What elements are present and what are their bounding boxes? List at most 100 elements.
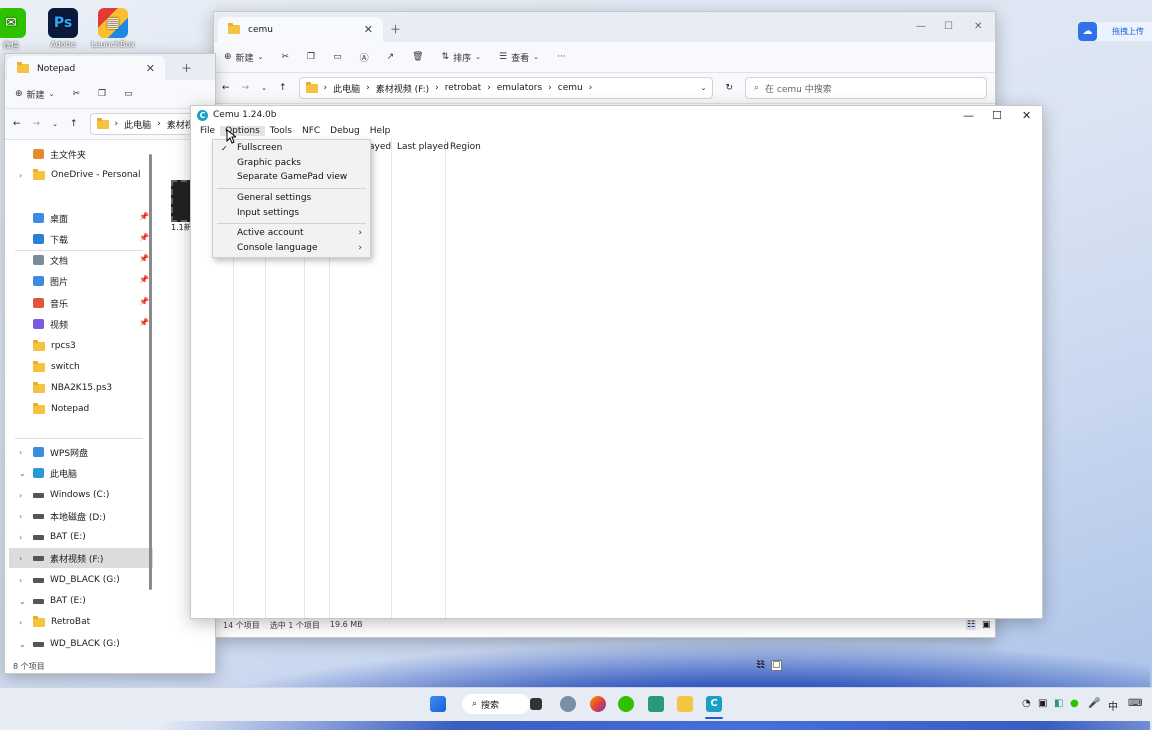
close-tab-icon[interactable]: ✕ xyxy=(364,23,373,36)
recent-icon[interactable]: ⌄ xyxy=(52,120,58,128)
tray-app-icon[interactable]: ◧ xyxy=(1054,698,1063,709)
start-icon[interactable] xyxy=(430,696,446,712)
forward-icon[interactable]: → xyxy=(33,119,41,129)
new-tab-icon[interactable]: ＋ xyxy=(390,21,401,37)
keyboard-icon[interactable]: ⌨ xyxy=(1128,698,1142,709)
tiles-view-icon[interactable]: ▢ xyxy=(771,660,782,671)
sidebar-item[interactable]: 桌面 xyxy=(19,208,68,228)
desktop-icon-launchbox[interactable]: ▦ LaunchBox xyxy=(90,8,136,49)
new-tab-icon[interactable]: ＋ xyxy=(181,60,192,76)
sidebar-item[interactable]: Notepad xyxy=(19,399,89,419)
wifi-tray-icon[interactable]: ◔ xyxy=(1022,698,1031,709)
new-button[interactable]: ⊕ 新建 ⌄ xyxy=(15,88,54,101)
recent-icon[interactable]: ⌄ xyxy=(261,84,267,92)
desktop-icon-adobe[interactable]: Ps Adobe xyxy=(40,8,86,49)
chevron-icon[interactable]: › xyxy=(19,171,27,180)
sidebar-item[interactable]: ⌄ 此电脑 xyxy=(19,463,77,483)
chevron-icon[interactable]: ⌄ xyxy=(19,597,27,606)
pin-icon[interactable]: 📌 xyxy=(139,297,149,306)
pin-icon[interactable]: 📌 xyxy=(139,275,149,284)
tiles-view-icon[interactable]: ▣ xyxy=(982,620,991,630)
pin-icon[interactable]: 📌 xyxy=(139,212,149,221)
menu-tools[interactable]: Tools xyxy=(265,126,297,136)
menu-item-separate-gamepad-view[interactable]: Separate GamePad view xyxy=(237,172,347,182)
sidebar-item[interactable]: 文档 xyxy=(19,250,68,270)
address-bar[interactable]: › 此电脑 › 素材视频 (F:) › retrobat › emulators › c… xyxy=(298,77,714,99)
maximize-icon[interactable]: ☐ xyxy=(992,109,1002,122)
new-button[interactable]: ⊕ 新建 ⌄ xyxy=(224,51,263,64)
settings-icon[interactable] xyxy=(560,696,576,712)
breadcrumb-item[interactable]: retrobat xyxy=(445,83,481,93)
tab-cemu[interactable]: cemu ✕ xyxy=(218,17,383,42)
paste-icon[interactable]: ▭ xyxy=(124,89,133,99)
sidebar-item[interactable]: › 本地磁盘 (D:) xyxy=(19,506,106,526)
file-label[interactable]: 1.1新 xyxy=(171,222,192,233)
sidebar-item[interactable]: 下载 xyxy=(19,229,68,249)
sidebar-item[interactable]: 音乐 xyxy=(19,293,68,313)
chevron-icon[interactable]: › xyxy=(19,618,27,627)
sidebar-item[interactable]: › BAT (E:) xyxy=(19,527,86,547)
sidebar-item[interactable]: rpcs3 xyxy=(19,336,76,356)
sidebar-item[interactable]: 主文件夹 xyxy=(19,144,86,164)
refresh-icon[interactable]: ↻ xyxy=(725,83,733,93)
chevron-icon[interactable]: ⌄ xyxy=(19,469,27,478)
sidebar-item[interactable]: › WD_BLACK (G:) xyxy=(19,570,120,590)
firefox-icon[interactable] xyxy=(590,696,606,712)
forward-icon[interactable]: → xyxy=(242,83,250,93)
chevron-icon[interactable]: › xyxy=(19,512,27,521)
cemu-taskbar-icon[interactable]: C xyxy=(706,696,722,712)
search-input[interactable]: ⌕ 在 cemu 中搜索 xyxy=(745,77,987,99)
menu-nfc[interactable]: NFC xyxy=(297,126,325,136)
pin-icon[interactable]: 📌 xyxy=(139,254,149,263)
chevron-icon[interactable]: › xyxy=(19,491,27,500)
tray-app-icon[interactable]: ▣ xyxy=(1038,698,1047,709)
chevron-icon[interactable]: › xyxy=(19,533,27,542)
minimize-icon[interactable]: — xyxy=(916,21,926,32)
sidebar-item[interactable]: ⌄ BAT (E:) xyxy=(19,591,86,611)
sidebar-item[interactable]: › WPS网盘 xyxy=(19,442,88,462)
ime-indicator[interactable]: 中 xyxy=(1108,698,1118,713)
minimize-icon[interactable]: — xyxy=(963,109,974,122)
notepad-app-icon[interactable] xyxy=(648,696,664,712)
column-header-time-played[interactable]: ayed xyxy=(369,142,391,152)
microphone-icon[interactable]: 🎤 xyxy=(1088,698,1100,709)
chevron-icon[interactable]: › xyxy=(19,554,27,563)
sidebar-item[interactable]: › 素材视频 (F:) xyxy=(9,548,153,568)
copy-icon[interactable]: ❐ xyxy=(98,89,106,99)
cut-icon[interactable]: ✂ xyxy=(281,52,289,62)
close-icon[interactable]: ✕ xyxy=(974,21,982,32)
sort-button[interactable]: ⇅ 排序 ⌄ xyxy=(442,51,481,64)
back-icon[interactable]: ← xyxy=(13,119,21,129)
cut-icon[interactable]: ✂ xyxy=(72,89,80,99)
taskbar-search-button[interactable]: ⌕ 搜索 xyxy=(462,694,530,714)
copy-icon[interactable]: ❐ xyxy=(307,52,315,62)
sidebar-item[interactable]: 图片 xyxy=(19,271,68,291)
rename-icon[interactable]: Ⓐ xyxy=(360,51,369,64)
breadcrumb-item[interactable]: cemu xyxy=(558,83,583,93)
file-explorer-icon[interactable] xyxy=(677,696,693,712)
paste-icon[interactable]: ▭ xyxy=(333,52,342,62)
pin-icon[interactable]: 📌 xyxy=(139,233,149,242)
menu-help[interactable]: Help xyxy=(365,126,396,136)
sidebar-item[interactable]: switch xyxy=(19,357,80,377)
pin-icon[interactable]: 📌 xyxy=(139,318,149,327)
sidebar-item[interactable]: ⌄ WD_BLACK (G:) xyxy=(19,634,120,654)
view-button[interactable]: ☰ 查看 ⌄ xyxy=(499,51,539,64)
close-icon[interactable]: ✕ xyxy=(1022,109,1031,122)
menu-item-graphic-packs[interactable]: Graphic packs xyxy=(237,158,301,168)
up-icon[interactable]: ↑ xyxy=(70,119,78,129)
share-icon[interactable]: ↗ xyxy=(387,52,395,62)
sidebar-item[interactable]: › Windows (C:) xyxy=(19,485,109,505)
more-options-button[interactable]: ··· xyxy=(557,52,566,62)
details-view-icon[interactable]: ☷ xyxy=(966,620,977,630)
sidebar-item[interactable]: 视频 xyxy=(19,314,68,334)
delete-icon[interactable]: 🗑 xyxy=(412,52,423,62)
menu-file[interactable]: File xyxy=(195,126,220,136)
sidebar-item[interactable]: › RetroBat xyxy=(19,612,90,632)
maximize-icon[interactable]: ☐ xyxy=(944,21,953,32)
breadcrumb-item[interactable]: emulators xyxy=(497,83,542,93)
menu-item-general-settings[interactable]: General settings xyxy=(237,193,311,203)
breadcrumb-item[interactable]: 此电脑 xyxy=(124,118,151,131)
sidebar-item[interactable]: › OneDrive - Personal xyxy=(19,165,141,185)
wechat-tray-icon[interactable]: ● xyxy=(1070,698,1079,709)
